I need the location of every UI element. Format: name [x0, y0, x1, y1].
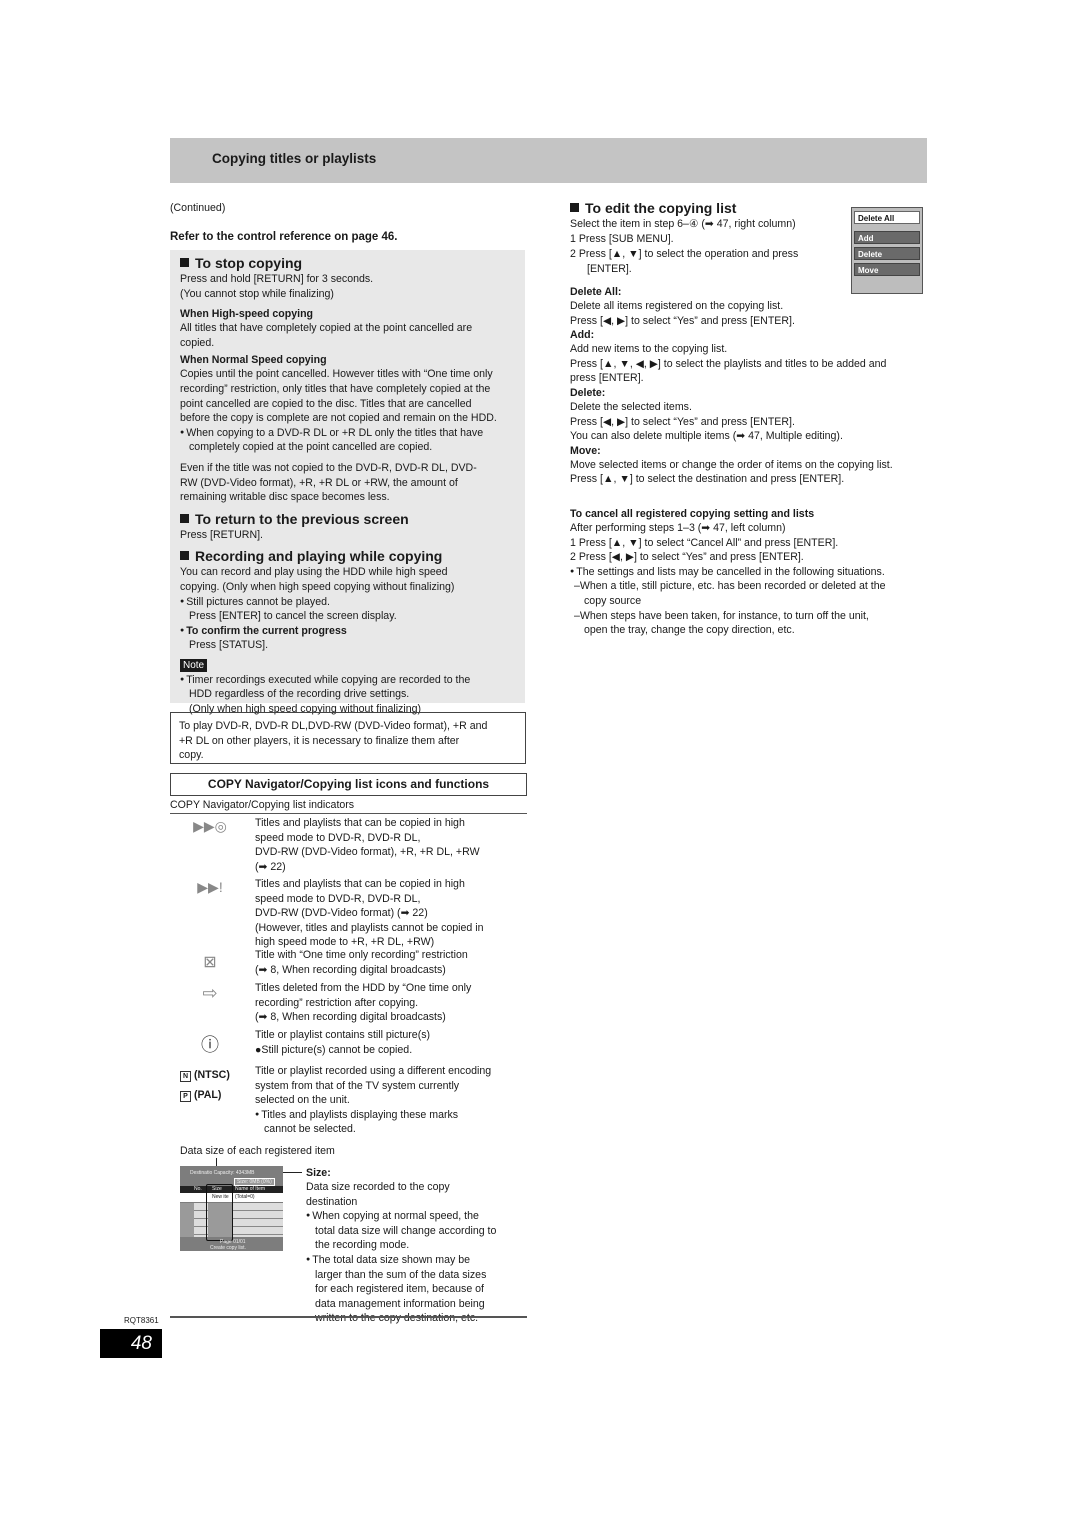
- encoding-description: Title or playlist recorded using a diffe…: [255, 1064, 525, 1137]
- text-line: Even if the title was not copied to the …: [180, 461, 477, 474]
- icon-description: Title or playlist contains still picture…: [255, 1029, 431, 1056]
- page-title: Copying titles or playlists: [212, 151, 377, 166]
- icon-description: Title with “One time only recording” res…: [255, 949, 468, 976]
- text-line: (You cannot stop while finalizing): [180, 287, 334, 300]
- text-line: Copies until the point cancelled. Howeve…: [180, 368, 493, 381]
- size-description: Size: Data size recorded to the copy des…: [306, 1166, 526, 1326]
- control-reference: Refer to the control reference on page 4…: [170, 231, 398, 243]
- square-bullet-icon: [180, 551, 189, 561]
- text-line: RW (DVD-Video format), +R, +R DL or +RW,…: [180, 476, 458, 489]
- edit-operations: Delete All: Delete all items registered …: [570, 286, 893, 486]
- text-line: remaining writable disc space becomes le…: [180, 491, 390, 504]
- square-bullet-icon: [570, 203, 579, 212]
- divider: [170, 1316, 527, 1318]
- finalize-notice-box: To play DVD-R, DVD-R DL,DVD-RW (DVD-Vide…: [170, 712, 526, 764]
- rec-play-heading: Recording and playing while copying: [180, 548, 520, 565]
- continued-label: (Continued): [170, 202, 226, 214]
- square-bullet-icon: [180, 258, 189, 267]
- menu-item-delete-all[interactable]: Delete All: [854, 211, 920, 224]
- pal-label: P (PAL): [180, 1089, 221, 1102]
- note-badge: Note: [180, 658, 208, 672]
- ntsc-icon: N: [180, 1071, 191, 1082]
- text-line: copy.: [179, 749, 204, 762]
- edit-list-heading: To edit the copying list: [570, 200, 840, 217]
- icons-section-title: COPY Navigator/Copying list icons and fu…: [170, 773, 527, 796]
- divider: [170, 813, 527, 814]
- high-speed-heading: When High-speed copying: [180, 308, 314, 321]
- text-line: recording” restriction, only titles that…: [180, 382, 491, 395]
- text-line: completely copied at the point cancelled…: [189, 441, 433, 454]
- icon-description: Titles and playlists that can be copied …: [255, 878, 484, 949]
- data-size-caption: Data size of each registered item: [180, 1145, 335, 1157]
- ntsc-label: N (NTSC): [180, 1069, 230, 1082]
- text-line: point cancelled are copied to the disc. …: [180, 397, 472, 410]
- high-speed-exclaim-icon: ▶▶!: [197, 879, 223, 895]
- deleted-after-copy-icon: ⇨: [202, 983, 218, 1003]
- normal-speed-heading: When Normal Speed copying: [180, 354, 327, 367]
- copying-list-screenshot: Destinatio Capacity: 4343MB Size: 0MB (0…: [180, 1166, 283, 1251]
- return-screen-heading: To return to the previous screen: [180, 511, 520, 528]
- text-line: You can record and play using the HDD wh…: [180, 566, 448, 579]
- menu-item-delete[interactable]: Delete: [854, 247, 920, 260]
- text-line: before the copy is complete are not copi…: [180, 412, 497, 425]
- stop-copying-section: To stop copying Press and hold [RETURN] …: [180, 255, 520, 717]
- icon-description: Titles and playlists that can be copied …: [255, 817, 480, 873]
- text-line: copying. (Only when high speed copying w…: [180, 580, 455, 593]
- menu-item-move[interactable]: Move: [854, 263, 920, 276]
- edit-list-section: To edit the copying list Select the item…: [570, 200, 840, 276]
- size-column-highlight: [206, 1184, 233, 1241]
- text-line: +R DL on other players, it is necessary …: [179, 734, 460, 747]
- text-line: HDD regardless of the recording drive se…: [189, 688, 410, 701]
- one-time-recording-icon: ⊠: [203, 954, 217, 971]
- pal-icon: P: [180, 1091, 191, 1102]
- text-line: To play DVD-R, DVD-R DL,DVD-RW (DVD-Vide…: [179, 720, 488, 732]
- text-line: copied.: [180, 336, 215, 349]
- sub-menu-screenshot: Delete All Add Delete Move: [851, 207, 923, 294]
- bullet-line: Still pictures cannot be played.: [180, 595, 520, 610]
- text-line: Press and hold [RETURN] for 3 seconds.: [180, 273, 374, 285]
- page-number: 48: [100, 1329, 162, 1358]
- bullet-line: To confirm the current progress: [180, 624, 520, 639]
- bullet-line: When copying to a DVD-R DL or +R DL only…: [180, 426, 520, 441]
- bullet-line: Timer recordings executed while copying …: [180, 673, 520, 688]
- text-line: All titles that have completely copied a…: [180, 322, 473, 335]
- text-line: Press [ENTER] to cancel the screen displ…: [189, 610, 397, 623]
- callout-line: [283, 1172, 302, 1173]
- icon-description: Titles deleted from the HDD by “One time…: [255, 982, 472, 1024]
- cancel-all-section: To cancel all registered copying setting…: [570, 507, 930, 638]
- text-line: Press [STATUS].: [189, 639, 269, 652]
- document-code: RQT8361: [124, 1316, 159, 1325]
- stop-copying-heading: To stop copying: [180, 255, 520, 272]
- icons-subtitle: COPY Navigator/Copying list indicators: [170, 799, 355, 811]
- still-picture-icon: ⓘ: [201, 1035, 219, 1055]
- square-bullet-icon: [180, 513, 189, 523]
- high-speed-disc-icon: ▶▶◎: [193, 818, 227, 834]
- menu-item-add[interactable]: Add: [854, 231, 920, 244]
- text-line: Press [RETURN].: [180, 528, 263, 541]
